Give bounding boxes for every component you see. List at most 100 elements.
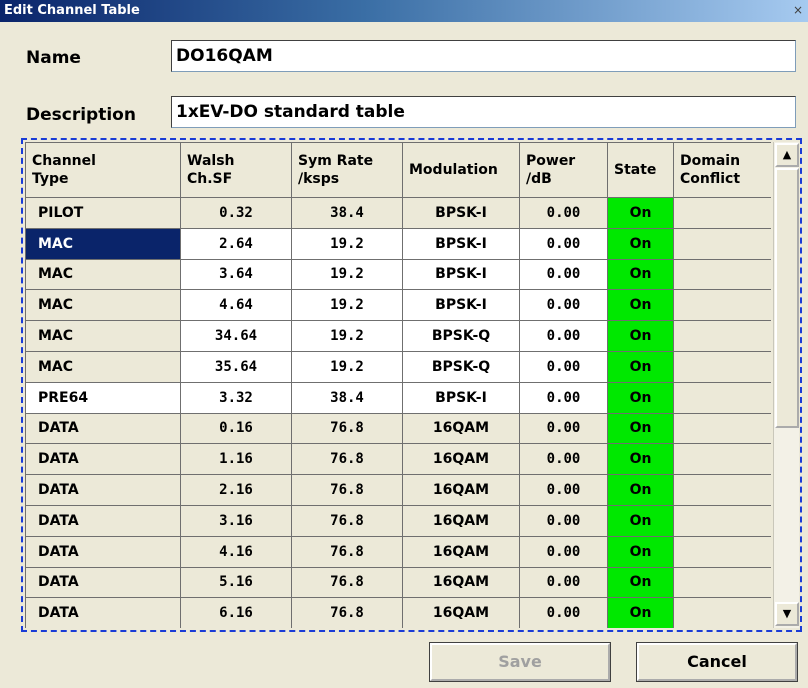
modulation-cell[interactable]: 16QAM [402,412,520,445]
sym-rate-cell[interactable]: 76.8 [291,535,403,568]
channel-type-cell[interactable]: PRE64 [25,381,181,414]
walsh-cell[interactable]: 0.16 [180,412,292,445]
power-cell[interactable]: 0.00 [519,566,608,599]
scroll-thumb[interactable] [775,168,799,428]
channel-type-cell[interactable]: MAC [25,289,181,322]
modulation-cell[interactable]: BPSK-I [402,227,520,260]
power-cell[interactable]: 0.00 [519,412,608,445]
domain-conflict-cell[interactable] [673,227,771,260]
channel-type-cell[interactable]: DATA [25,566,181,599]
walsh-cell[interactable]: 0.32 [180,197,292,229]
state-cell[interactable]: On [607,535,674,568]
walsh-cell[interactable]: 4.16 [180,535,292,568]
power-cell[interactable]: 0.00 [519,535,608,568]
state-cell[interactable]: On [607,197,674,229]
table-row[interactable]: DATA 0.16 76.8 16QAM 0.00 On [25,412,771,445]
channel-type-cell[interactable]: DATA [25,504,181,537]
power-cell[interactable]: 0.00 [519,320,608,352]
table-row[interactable]: MAC 34.64 19.2 BPSK-Q 0.00 On [25,320,771,352]
walsh-cell[interactable]: 1.16 [180,443,292,476]
walsh-cell[interactable]: 4.64 [180,289,292,322]
modulation-cell[interactable]: 16QAM [402,504,520,537]
domain-conflict-cell[interactable] [673,535,771,568]
channel-type-cell[interactable]: DATA [25,474,181,506]
sym-rate-cell[interactable]: 76.8 [291,443,403,476]
domain-conflict-cell[interactable] [673,320,771,352]
channel-type-cell[interactable]: MAC [25,320,181,352]
table-row[interactable]: MAC 2.64 19.2 BPSK-I 0.00 On [25,227,771,260]
domain-conflict-cell[interactable] [673,566,771,599]
domain-conflict-cell[interactable] [673,412,771,445]
walsh-cell[interactable]: 3.64 [180,258,292,291]
domain-conflict-cell[interactable] [673,474,771,506]
power-cell[interactable]: 0.00 [519,227,608,260]
modulation-cell[interactable]: 16QAM [402,535,520,568]
walsh-cell[interactable]: 34.64 [180,320,292,352]
name-field[interactable]: DO16QAM [171,40,796,72]
state-cell[interactable]: On [607,504,674,537]
domain-conflict-cell[interactable] [673,504,771,537]
state-cell[interactable]: On [607,289,674,322]
sym-rate-cell[interactable]: 76.8 [291,566,403,599]
domain-conflict-cell[interactable] [673,381,771,414]
sym-rate-cell[interactable]: 38.4 [291,197,403,229]
sym-rate-cell[interactable]: 76.8 [291,412,403,445]
sym-rate-cell[interactable]: 38.4 [291,381,403,414]
modulation-cell[interactable]: BPSK-I [402,197,520,229]
modulation-cell[interactable]: 16QAM [402,443,520,476]
channel-type-cell[interactable]: MAC [25,227,181,260]
sym-rate-cell[interactable]: 19.2 [291,289,403,322]
channel-type-cell[interactable]: DATA [25,443,181,476]
modulation-cell[interactable]: BPSK-Q [402,350,520,383]
walsh-cell[interactable]: 3.16 [180,504,292,537]
channel-type-cell[interactable]: DATA [25,597,181,628]
modulation-cell[interactable]: 16QAM [402,474,520,506]
table-row[interactable]: DATA 5.16 76.8 16QAM 0.00 On [25,566,771,599]
save-button[interactable]: Save [429,642,611,682]
sym-rate-cell[interactable]: 76.8 [291,504,403,537]
domain-conflict-cell[interactable] [673,597,771,628]
channel-type-cell[interactable]: MAC [25,258,181,291]
table-row[interactable]: MAC 4.64 19.2 BPSK-I 0.00 On [25,289,771,322]
table-row[interactable]: MAC 3.64 19.2 BPSK-I 0.00 On [25,258,771,291]
power-cell[interactable]: 0.00 [519,289,608,322]
sym-rate-cell[interactable]: 19.2 [291,350,403,383]
domain-conflict-cell[interactable] [673,443,771,476]
sym-rate-cell[interactable]: 19.2 [291,320,403,352]
table-row[interactable]: DATA 1.16 76.8 16QAM 0.00 On [25,443,771,476]
state-cell[interactable]: On [607,227,674,260]
state-cell[interactable]: On [607,566,674,599]
power-cell[interactable]: 0.00 [519,474,608,506]
walsh-cell[interactable]: 5.16 [180,566,292,599]
channel-type-cell[interactable]: DATA [25,535,181,568]
table-row[interactable]: DATA 4.16 76.8 16QAM 0.00 On [25,535,771,568]
power-cell[interactable]: 0.00 [519,504,608,537]
channel-type-cell[interactable]: PILOT [25,197,181,229]
table-row[interactable]: PILOT 0.32 38.4 BPSK-I 0.00 On [25,197,771,229]
modulation-cell[interactable]: 16QAM [402,566,520,599]
table-row[interactable]: MAC 35.64 19.2 BPSK-Q 0.00 On [25,350,771,383]
modulation-cell[interactable]: BPSK-Q [402,320,520,352]
walsh-cell[interactable]: 3.32 [180,381,292,414]
table-row[interactable]: DATA 3.16 76.8 16QAM 0.00 On [25,504,771,537]
sym-rate-cell[interactable]: 19.2 [291,227,403,260]
sym-rate-cell[interactable]: 76.8 [291,597,403,628]
modulation-cell[interactable]: BPSK-I [402,258,520,291]
power-cell[interactable]: 0.00 [519,350,608,383]
table-row[interactable]: DATA 2.16 76.8 16QAM 0.00 On [25,474,771,506]
power-cell[interactable]: 0.00 [519,381,608,414]
state-cell[interactable]: On [607,320,674,352]
sym-rate-cell[interactable]: 19.2 [291,258,403,291]
close-icon[interactable]: × [791,3,805,17]
scroll-down-icon[interactable]: ▼ [775,602,799,626]
power-cell[interactable]: 0.00 [519,443,608,476]
state-cell[interactable]: On [607,350,674,383]
state-cell[interactable]: On [607,258,674,291]
description-field[interactable]: 1xEV-DO standard table [171,96,796,128]
power-cell[interactable]: 0.00 [519,258,608,291]
state-cell[interactable]: On [607,443,674,476]
state-cell[interactable]: On [607,474,674,506]
walsh-cell[interactable]: 2.64 [180,227,292,260]
modulation-cell[interactable]: BPSK-I [402,289,520,322]
sym-rate-cell[interactable]: 76.8 [291,474,403,506]
